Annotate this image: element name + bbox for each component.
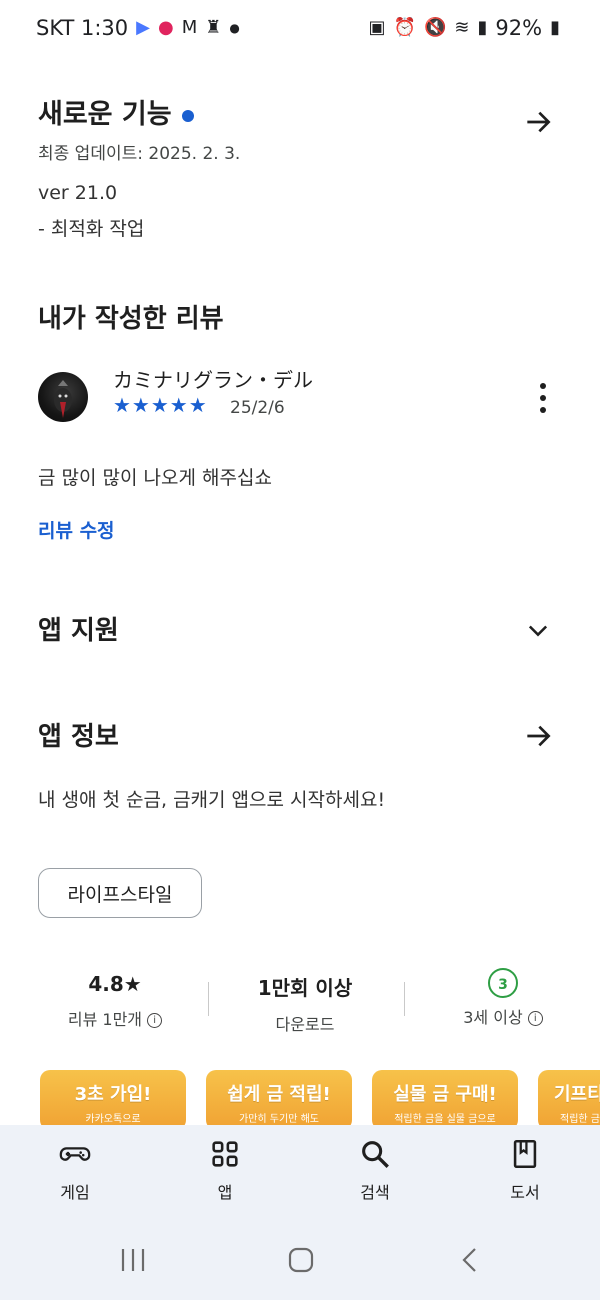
bottom-navigation: 게임 앱 검색 도서 [0, 1125, 600, 1220]
status-bar: SKT 1:30 ▶ ● M ♜ ● ▣ ⏰ 🔇 ≋ ▮ 92% ▮ [0, 0, 600, 56]
promo-subtitle: 적립한 금 [560, 1114, 600, 1125]
age-label: 3세 이상 [463, 1008, 523, 1027]
gmail-icon: M [181, 17, 198, 38]
home-icon[interactable] [286, 1246, 316, 1274]
screenshot-card[interactable]: 쉽게 금 적립! 가만히 두기만 해도 [206, 1070, 352, 1130]
promo-title: 3초 가입! [74, 1084, 152, 1105]
battery-percent: 92% [495, 16, 543, 40]
info-icon: i [147, 1013, 163, 1028]
app-description: 내 생애 첫 순금, 금캐기 앱으로 시작하세요! [38, 789, 386, 811]
edit-review-link[interactable]: 리뷰 수정 [38, 516, 115, 543]
app-support-row[interactable]: 앱 지원 [38, 610, 568, 650]
category-chip[interactable]: 라이프스타일 [38, 868, 202, 918]
update-note: - 최적화 작업 [38, 218, 145, 240]
my-review-title: 내가 작성한 리뷰 [38, 304, 224, 334]
dot-icon: ● [157, 17, 174, 38]
wifi-icon: ≋ [454, 17, 470, 38]
app-info-title: 앱 정보 [38, 722, 119, 752]
downloads-value: 1만회 이상 [257, 976, 353, 1000]
nav-search[interactable]: 검색 [325, 1137, 425, 1203]
nav-books-label: 도서 [510, 1183, 540, 1202]
review-date: 25/2/6 [230, 398, 285, 418]
whats-new-section[interactable]: 새로운 기능 최종 업데이트: 2025. 2. 3. [38, 92, 568, 164]
alarm-icon: ⏰ [393, 17, 416, 38]
nav-games[interactable]: 게임 [25, 1137, 125, 1203]
age-rating-stat[interactable]: 3 3세 이상 i [428, 968, 578, 1028]
app-support-title: 앱 지원 [38, 616, 119, 646]
nav-games-label: 게임 [60, 1183, 90, 1202]
version-text: ver 21.0 [38, 182, 118, 204]
more-vert-icon[interactable] [530, 380, 556, 416]
screenshot-card[interactable]: 실물 금 구매! 적립한 금을 실물 금으로 [372, 1070, 518, 1130]
promo-subtitle: 가만히 두기만 해도 [239, 1114, 319, 1125]
avatar [38, 372, 88, 422]
battery-saver-icon: ▣ [368, 17, 386, 38]
nav-apps-label: 앱 [217, 1183, 233, 1202]
mute-icon: 🔇 [423, 17, 447, 38]
nav-apps[interactable]: 앱 [175, 1137, 275, 1203]
back-icon[interactable] [456, 1246, 486, 1274]
promo-title: 실물 금 구매! [393, 1084, 497, 1105]
whats-new-title: 새로운 기능 [38, 99, 172, 130]
system-navigation-bar [0, 1220, 600, 1300]
new-indicator-dot [181, 109, 194, 122]
screenshot-card[interactable]: 기프티 적립한 금 [538, 1070, 600, 1130]
gamepad-icon [59, 1147, 91, 1161]
more-notifications-icon: ● [229, 21, 240, 35]
stat-divider [404, 982, 405, 1016]
age-badge: 3 [488, 968, 518, 998]
search-icon [362, 1141, 389, 1168]
apps-grid-icon [212, 1141, 238, 1167]
book-icon [513, 1139, 537, 1169]
review-author: カミナリグラン・デル [113, 368, 313, 392]
whats-new-updated: 최종 업데이트: 2025. 2. 3. [38, 144, 241, 164]
rating-stat[interactable]: 4.8★ 리뷰 1만개 i [40, 972, 190, 1030]
rating-value: 4.8★ [88, 972, 142, 996]
media-icon: ▶ [136, 17, 150, 38]
arrow-right-icon[interactable] [522, 720, 554, 752]
signal-icon: ▮ [477, 17, 488, 38]
app-info-row[interactable]: 앱 정보 [38, 716, 568, 756]
category-label: 라이프스타일 [67, 883, 173, 906]
reviews-count: 리뷰 1만개 [67, 1010, 143, 1029]
downloads-label: 다운로드 [275, 1015, 335, 1034]
promo-title: 쉽게 금 적립! [227, 1084, 331, 1105]
promo-subtitle: 적립한 금을 실물 금으로 [394, 1114, 496, 1125]
recents-icon[interactable] [118, 1246, 148, 1274]
screenshot-card[interactable]: 3초 가입! 카카오톡으로 [40, 1070, 186, 1130]
review-text: 금 많이 많이 나오게 해주십쇼 [38, 467, 272, 489]
carrier-time: SKT 1:30 [36, 16, 129, 40]
chevron-down-icon[interactable] [524, 616, 552, 644]
review-stars: ★★★★★ [113, 393, 208, 417]
nav-books[interactable]: 도서 [475, 1137, 575, 1203]
stat-divider [208, 982, 209, 1016]
battery-icon: ▮ [550, 17, 560, 38]
promo-subtitle: 카카오톡으로 [85, 1114, 141, 1125]
keyhole-icon: ♜ [205, 17, 222, 38]
downloads-stat: 1만회 이상 다운로드 [230, 972, 380, 1035]
avatar-image [54, 380, 72, 418]
nav-search-label: 검색 [360, 1183, 390, 1202]
info-icon: i [527, 1011, 543, 1026]
arrow-right-icon[interactable] [522, 106, 554, 138]
promo-title: 기프티 [554, 1084, 600, 1105]
